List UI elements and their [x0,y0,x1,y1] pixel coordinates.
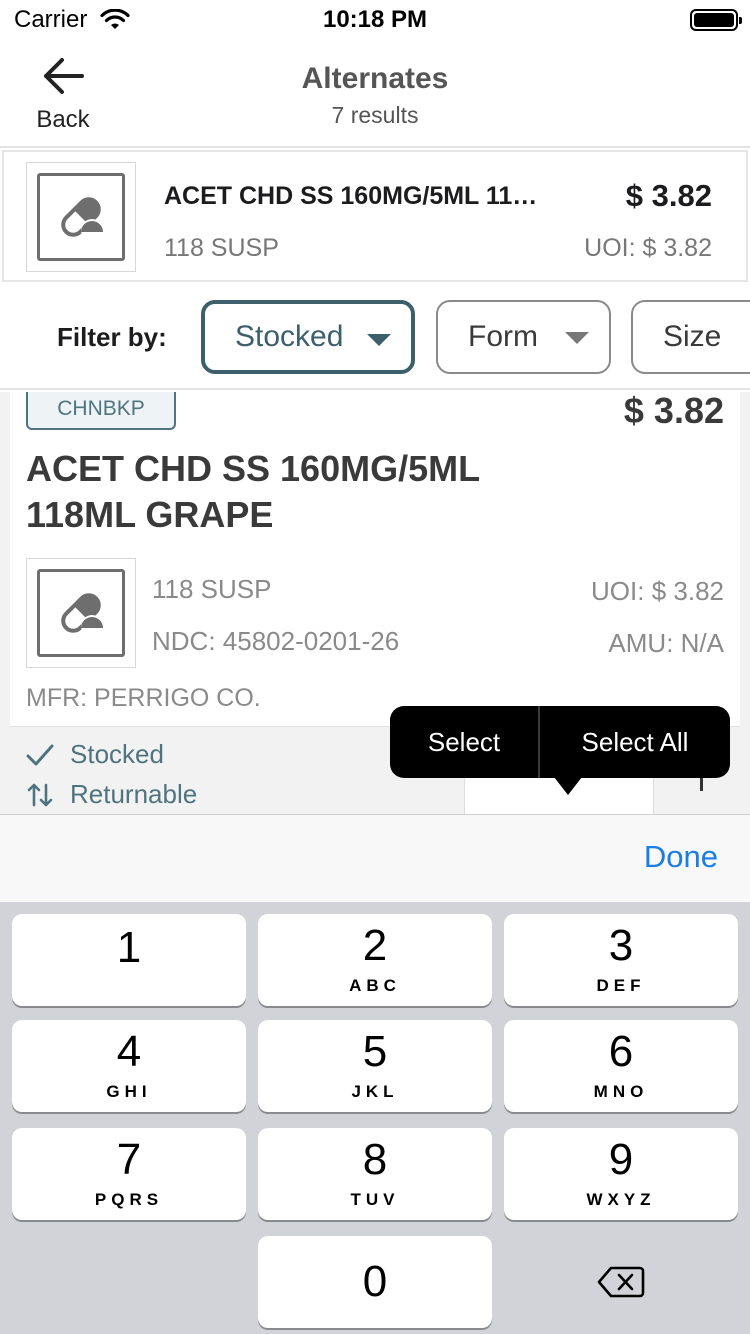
product-title-line1: ACET CHD SS 160MG/5ML [26,448,481,489]
filter-label: Filter by: [57,322,167,352]
filter-chip-size[interactable]: Size [631,300,750,374]
chevron-down-icon [367,334,391,346]
status-bar: Carrier 10:18 PM [0,0,750,40]
increment-button[interactable] [700,777,703,791]
select-all-menu-item[interactable]: Select All [540,706,730,778]
stocked-label: Stocked [70,739,164,769]
key-digit: 6 [608,1027,634,1076]
key-letters: MNO [593,1082,649,1101]
selected-product-size: 118 SUSP [164,234,279,262]
product-thumbnail [26,558,136,668]
edit-menu: Select Select All [390,706,730,795]
key-1[interactable]: 1 [12,914,246,1006]
select-menu-item[interactable]: Select [390,706,538,778]
key-digit: 2 [362,921,388,970]
key-digit: 3 [608,921,634,970]
filter-chip-form[interactable]: Form [436,300,611,374]
key-digit: 0 [362,1257,388,1306]
filter-chip-label: Form [468,320,538,353]
page-title: Alternates [301,62,449,95]
key-6[interactable]: 6 MNO [504,1020,738,1112]
key-letters: TUV [350,1190,400,1209]
pill-icon [61,197,103,241]
key-letters: GHI [106,1082,152,1101]
filter-chip-label: Size [663,320,722,353]
chevron-down-icon [565,332,589,344]
key-letters: WXYZ [586,1190,656,1209]
product-price: $ 3.82 [623,392,724,431]
vendor-badge: CHNBKP [26,392,176,430]
key-digit: 8 [362,1135,388,1184]
key-4[interactable]: 4 GHI [12,1020,246,1112]
key-digit: 7 [116,1135,142,1184]
key-letters: DEF [596,976,646,995]
product-ndc: NDC: 45802-0201-26 [152,626,400,656]
filter-bar: Filter by: Stocked Form Size [0,284,750,390]
product-manufacturer: MFR: PERRIGO CO. [26,684,261,712]
key-5[interactable]: 5 JKL [258,1020,492,1112]
swap-arrows-icon [27,783,53,806]
key-3[interactable]: 3 DEF [504,914,738,1006]
battery-icon [690,9,742,31]
delete-key[interactable] [504,1236,738,1328]
pill-icon [61,593,103,637]
key-7[interactable]: 7 PQRS [12,1128,246,1220]
product-size: 118 SUSP [152,574,272,604]
results-count: 7 results [331,102,419,128]
keyboard-toolbar: Done [0,814,750,902]
key-9[interactable]: 9 WXYZ [504,1128,738,1220]
product-uoi: UOI: $ 3.82 [591,576,724,606]
key-letters: JKL [351,1082,399,1101]
clock-time: 10:18 PM [322,6,428,33]
key-digit: 9 [608,1135,634,1184]
returnable-label: Returnable [70,779,198,809]
key-digit: 1 [116,923,142,972]
returnable-status: Returnable [26,779,197,810]
product-card[interactable]: CHNBKP $ 3.82 ACET CHD SS 160MG/5ML 118M… [10,392,740,726]
key-digit: 4 [116,1027,142,1076]
product-title-line2: 118ML GRAPE [26,494,274,535]
selected-product-uoi: UOI: $ 3.82 [584,234,712,262]
key-digit: 5 [362,1027,388,1076]
selected-product-price: $ 3.82 [625,178,712,213]
selected-product-header: ACET CHD SS 160MG/5ML 11… $ 3.82 118 SUS… [2,150,748,282]
key-2[interactable]: 2 ABC [258,914,492,1006]
key-8[interactable]: 8 TUV [258,1128,492,1220]
delete-backspace-icon [597,1266,645,1298]
key-letters: PQRS [94,1190,164,1209]
filter-chip-label: Stocked [235,320,344,353]
key-letters: ABC [349,976,401,995]
product-thumbnail [26,162,136,272]
number-keypad: 1 2 ABC 3 DEF 4 GHI 5 JKL 6 MNO 7 PQRS 8… [0,902,750,1334]
done-button[interactable]: Done [644,839,718,875]
product-title: ACET CHD SS 160MG/5ML 118ML GRAPE [26,446,586,538]
navigation-bar: Back Alternates 7 results [0,40,750,148]
stocked-status: Stocked [26,739,164,770]
filter-chip-stocked[interactable]: Stocked [201,300,415,374]
key-0[interactable]: 0 [258,1236,492,1328]
selected-product-name: ACET CHD SS 160MG/5ML 11… [164,182,538,210]
checkmark-icon [26,744,54,765]
menu-pointer [554,777,582,795]
product-amu: AMU: N/A [608,628,724,658]
